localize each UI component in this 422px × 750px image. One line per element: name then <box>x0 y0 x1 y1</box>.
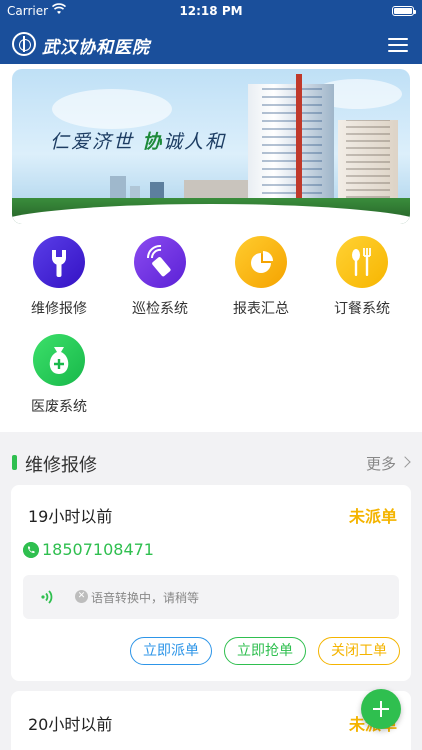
feature-label: 医废系统 <box>31 399 87 415</box>
more-link[interactable]: 更多 <box>366 453 396 474</box>
feature-label: 报表汇总 <box>233 301 289 317</box>
order-card[interactable]: 20小时以前 未派单 <box>11 691 411 750</box>
battery-icon <box>392 6 416 16</box>
hospital-logo-text: 武汉协和医院 <box>42 38 150 58</box>
loading-close-icon: ✕ <box>75 590 88 603</box>
status-bar: Carrier 12:18 PM <box>0 0 422 22</box>
phone-icon[interactable] <box>23 542 39 558</box>
section-title: 维修报修 <box>25 455 97 476</box>
order-time: 20小时以前 <box>28 715 113 734</box>
repair-section: 维修报修 更多 19小时以前 未派单 18507108471 ✕ 语音转换中，请… <box>0 432 422 750</box>
order-time: 19小时以前 <box>28 507 113 526</box>
order-phone[interactable]: 18507108471 <box>42 540 154 559</box>
banner-slogan: 仁爱济世 协诚人和 <box>50 131 227 153</box>
order-status-badge: 未派单 <box>348 507 397 526</box>
grab-order-button[interactable]: 立即抢单 <box>224 637 306 665</box>
hospital-banner[interactable]: 仁爱济世 协诚人和 <box>12 69 410 224</box>
close-order-button[interactable]: 关闭工单 <box>318 637 400 665</box>
feature-reports[interactable]: 报表汇总 <box>211 236 311 318</box>
feature-inspection[interactable]: 巡检系统 <box>110 236 210 318</box>
chevron-right-icon[interactable] <box>399 456 411 468</box>
feature-label: 维修报修 <box>31 301 87 317</box>
medical-bag-icon <box>33 334 85 386</box>
pie-chart-icon <box>235 236 287 288</box>
feature-catering[interactable]: 订餐系统 <box>312 236 412 318</box>
hamburger-menu-icon[interactable] <box>388 38 408 52</box>
feature-label: 巡检系统 <box>132 301 188 317</box>
section-accent-bar <box>12 455 17 470</box>
wrench-icon <box>33 236 85 288</box>
remote-control-icon <box>134 236 186 288</box>
feature-repair[interactable]: 维修报修 <box>9 236 109 318</box>
hospital-emblem-icon <box>12 32 36 56</box>
add-order-button[interactable] <box>361 689 401 729</box>
feature-medical-waste[interactable]: 医废系统 <box>9 334 109 416</box>
navbar: 武汉协和医院 <box>0 28 422 60</box>
feature-label: 订餐系统 <box>334 301 390 317</box>
top-panel: 仁爱济世 协诚人和 维修报修 巡检系统 报表汇总 订餐系统 医废系统 <box>0 64 422 432</box>
voice-status-text: 语音转换中，请稍等 <box>91 591 200 605</box>
dispatch-button[interactable]: 立即派单 <box>130 637 212 665</box>
app-header: Carrier 12:18 PM 武汉协和医院 <box>0 0 422 64</box>
voice-wave-icon[interactable] <box>39 588 57 606</box>
order-card[interactable]: 19小时以前 未派单 18507108471 ✕ 语音转换中，请稍等 立即派单 … <box>11 485 411 681</box>
section-header: 维修报修 更多 <box>0 448 422 476</box>
status-time: 12:18 PM <box>179 4 243 18</box>
voice-message-box[interactable]: ✕ 语音转换中，请稍等 <box>23 575 399 619</box>
fork-spoon-icon <box>336 236 388 288</box>
